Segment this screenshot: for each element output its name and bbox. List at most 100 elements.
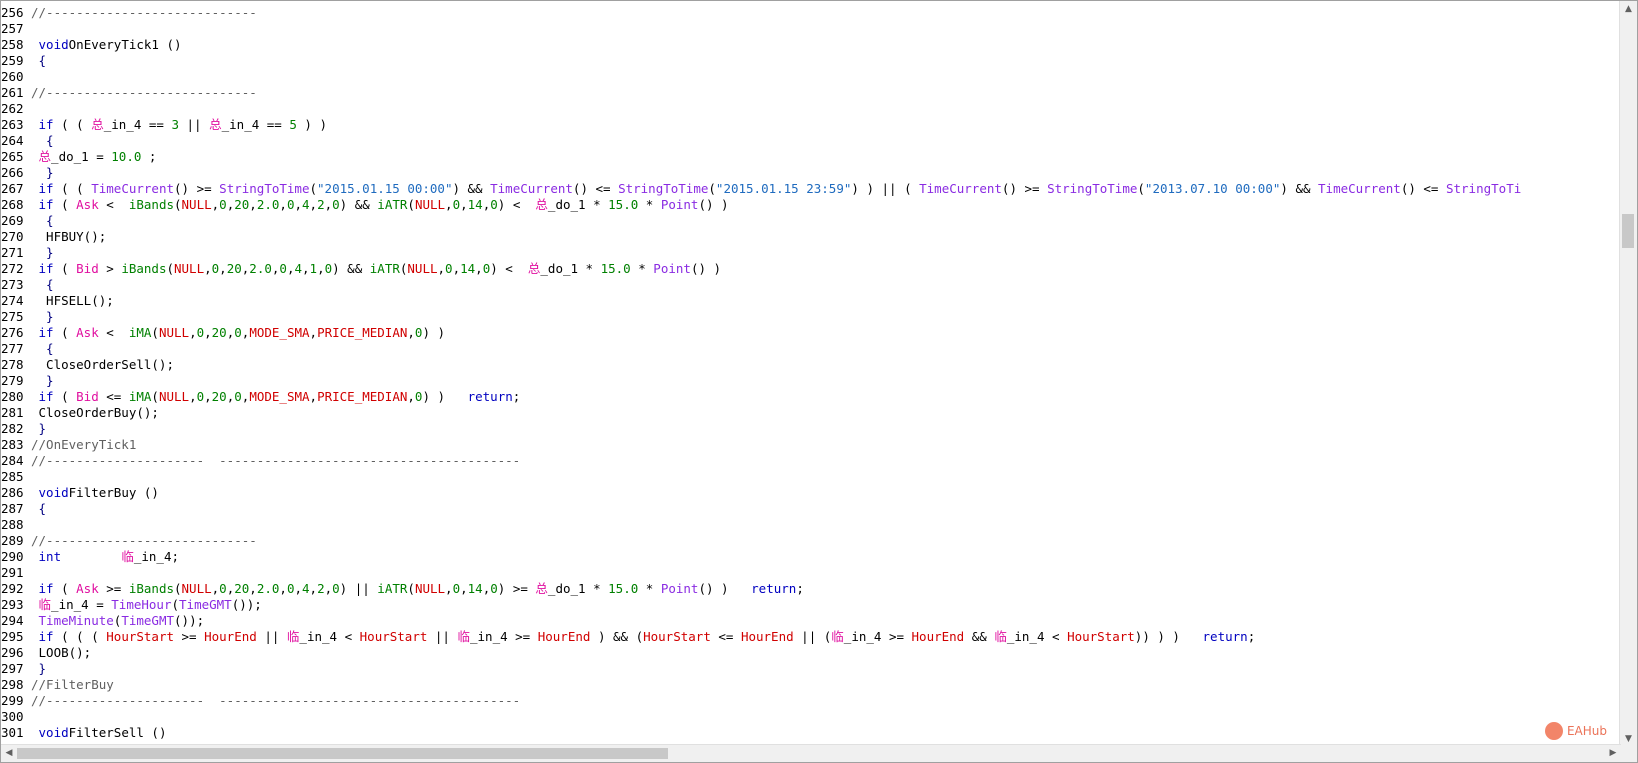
code-line[interactable]: 256 //----------------------------	[1, 5, 1621, 21]
code-line[interactable]: 261 //----------------------------	[1, 85, 1621, 101]
code-token: () <=	[572, 181, 619, 196]
code-line[interactable]: 287 {	[1, 501, 1621, 517]
code-line[interactable]: 262	[1, 101, 1621, 117]
code-token: //OnEveryTick1	[31, 437, 137, 452]
code-line[interactable]: 290 int 临_in_4;	[1, 549, 1621, 565]
code-text: //FilterBuy	[31, 677, 114, 693]
code-line[interactable]: 296 LOOB();	[1, 645, 1621, 661]
line-number: 273	[1, 277, 24, 292]
code-line[interactable]: 267 if ( ( TimeCurrent() >= StringToTime…	[1, 181, 1621, 197]
code-token: (	[53, 197, 77, 212]
code-line[interactable]: 273 {	[1, 277, 1621, 293]
code-line[interactable]: 276 if ( Ask < iMA(NULL,0,20,0,MODE_SMA,…	[1, 325, 1621, 341]
code-line[interactable]: 288	[1, 517, 1621, 533]
code-token: "2015.01.15 00:00"	[317, 181, 453, 196]
horizontal-scrollbar[interactable]: ◀ ▶	[1, 744, 1621, 762]
code-line[interactable]: 292 if ( Ask >= iBands(NULL,0,20,2.0,0,4…	[1, 581, 1621, 597]
scroll-right-icon[interactable]: ▶	[1605, 745, 1621, 762]
code-editor[interactable]: 256 //---------------------------- 257 258 …	[0, 0, 1638, 763]
code-line[interactable]: 268 if ( Ask < iBands(NULL,0,20,2.0,0,4,…	[1, 197, 1621, 213]
code-line[interactable]: 266 }	[1, 165, 1621, 181]
code-token: NULL	[181, 581, 212, 596]
code-token: HourEnd	[537, 629, 591, 644]
code-token: 总	[535, 581, 548, 596]
code-token: HFBUY();	[31, 229, 107, 244]
code-area[interactable]: 256 //---------------------------- 257 258 …	[1, 5, 1621, 745]
code-token: ,	[437, 261, 446, 276]
code-line[interactable]: 282 }	[1, 421, 1621, 437]
code-line[interactable]: 274 HFSELL();	[1, 293, 1621, 309]
code-line[interactable]: 264 {	[1, 133, 1621, 149]
scroll-left-icon[interactable]: ◀	[1, 745, 17, 762]
code-line[interactable]: 269 {	[1, 213, 1621, 229]
code-line[interactable]: 301 voidFilterSell ()	[1, 725, 1621, 741]
code-line[interactable]: 258 voidOnEveryTick1 ()	[1, 37, 1621, 53]
code-line[interactable]: 295 if ( ( ( HourStart >= HourEnd || 临_i…	[1, 629, 1621, 645]
code-line[interactable]: 279 }	[1, 373, 1621, 389]
code-line[interactable]: 286 voidFilterBuy ()	[1, 485, 1621, 501]
code-line[interactable]: 285	[1, 469, 1621, 485]
code-token: if	[31, 117, 54, 132]
code-line[interactable]: 284 //--------------------- -------------…	[1, 453, 1621, 469]
code-token: (	[53, 261, 77, 276]
code-line[interactable]: 277 {	[1, 341, 1621, 357]
code-line[interactable]: 278 CloseOrderSell();	[1, 357, 1621, 373]
vertical-scrollbar[interactable]: ▲ ▼	[1619, 1, 1637, 747]
code-token: () )	[698, 581, 752, 596]
code-token: 10.0	[111, 149, 142, 164]
code-token: 0	[279, 261, 287, 276]
code-line[interactable]: 275 }	[1, 309, 1621, 325]
code-token: )) ) )	[1134, 629, 1203, 644]
code-line[interactable]: 271 }	[1, 245, 1621, 261]
code-line[interactable]: 291	[1, 565, 1621, 581]
code-line[interactable]: 289 //----------------------------	[1, 533, 1621, 549]
code-line[interactable]: 263 if ( ( 总_in_4 == 3 || 总_in_4 == 5 ) …	[1, 117, 1621, 133]
line-number: 275	[1, 309, 24, 324]
code-line[interactable]: 265 总_do_1 = 10.0 ;	[1, 149, 1621, 165]
code-line[interactable]: 270 HFBUY();	[1, 229, 1621, 245]
code-token: <=	[710, 629, 741, 644]
horizontal-scroll-thumb[interactable]	[17, 748, 669, 759]
code-token: *	[638, 581, 661, 596]
code-token: <	[98, 197, 129, 212]
code-line[interactable]: 297 }	[1, 661, 1621, 677]
code-token: ,	[317, 261, 325, 276]
code-line[interactable]: 294 TimeMinute(TimeGMT());	[1, 613, 1621, 629]
code-line[interactable]: 272 if ( Bid > iBands(NULL,0,20,2.0,0,4,…	[1, 261, 1621, 277]
code-token: }	[31, 373, 54, 388]
code-text: {	[31, 213, 54, 229]
scroll-up-icon[interactable]: ▲	[1620, 1, 1637, 17]
code-token: Ask	[76, 325, 99, 340]
code-line[interactable]: 257	[1, 21, 1621, 37]
code-token: ( (	[53, 117, 92, 132]
code-token: StringToTi	[1445, 181, 1522, 196]
code-line[interactable]: 259 {	[1, 53, 1621, 69]
code-token: void	[31, 485, 69, 500]
code-token: _in_4 <	[299, 629, 360, 644]
code-line[interactable]: 298 //FilterBuy	[1, 677, 1621, 693]
code-line[interactable]: 260	[1, 69, 1621, 85]
code-token: 0	[219, 581, 227, 596]
code-token: ,	[407, 389, 415, 404]
code-line[interactable]: 280 if ( Bid <= iMA(NULL,0,20,0,MODE_SMA…	[1, 389, 1621, 405]
code-token: ,	[309, 389, 318, 404]
code-token: int	[31, 549, 62, 564]
code-line[interactable]: 283 //OnEveryTick1	[1, 437, 1621, 453]
code-token: TimeCurrent	[919, 181, 1002, 196]
code-line[interactable]: 293 临_in_4 = TimeHour(TimeGMT());	[1, 597, 1621, 613]
code-text: CloseOrderBuy();	[31, 405, 159, 421]
line-number: 301	[1, 725, 24, 740]
code-line[interactable]: 299 //--------------------- -------------…	[1, 693, 1621, 709]
code-token: NULL	[174, 261, 205, 276]
code-token: ,	[204, 389, 212, 404]
code-text: if ( Bid > iBands(NULL,0,20,2.0,0,4,1,0)…	[31, 261, 722, 277]
code-text: }	[31, 245, 54, 261]
code-line[interactable]: 281 CloseOrderBuy();	[1, 405, 1621, 421]
code-token: ,	[475, 261, 483, 276]
code-token: Ask	[76, 197, 99, 212]
vertical-scroll-thumb[interactable]	[1622, 214, 1634, 249]
line-number: 290	[1, 549, 24, 564]
code-line[interactable]: 300	[1, 709, 1621, 725]
code-text: }	[31, 373, 54, 389]
